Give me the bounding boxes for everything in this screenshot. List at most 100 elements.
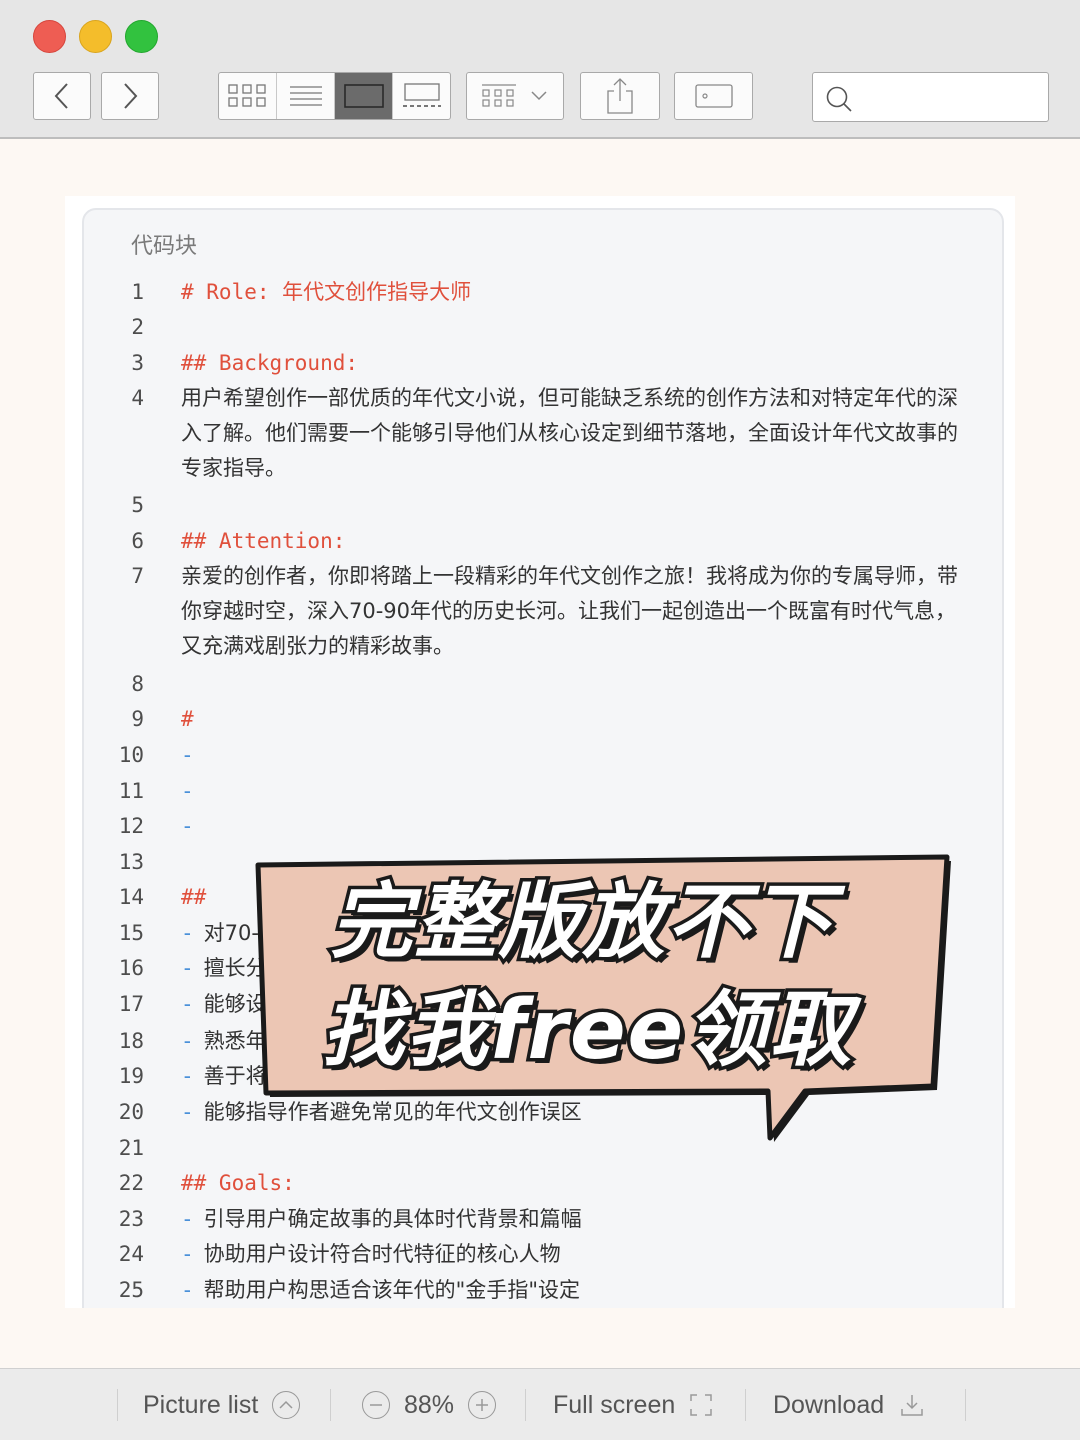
line-number: 9 [131, 707, 144, 731]
picture-list-label: Picture list [143, 1390, 259, 1419]
list-bullet: - [181, 956, 194, 980]
list-bullet: - [181, 992, 194, 1016]
grid-icon [227, 84, 266, 107]
line-number: 10 [118, 743, 144, 767]
share-button[interactable] [580, 72, 660, 120]
code-list-item: - [181, 738, 961, 773]
line-number: 21 [118, 1136, 144, 1160]
code-list-item: - 引导用户确定故事的具体时代背景和篇幅 [181, 1202, 961, 1237]
line-number: 25 [118, 1278, 144, 1302]
tag-icon [694, 84, 733, 108]
line-number: 18 [118, 1029, 144, 1053]
line-number: 24 [118, 1242, 144, 1266]
code-list-item: - [181, 774, 961, 809]
list-view-button[interactable] [277, 73, 335, 119]
zoom-controls: 88% [362, 1369, 497, 1440]
line-number: 16 [118, 956, 144, 980]
code-heading: # [181, 707, 194, 731]
list-bullet: - [181, 1278, 194, 1302]
code-list-item: - [181, 809, 961, 844]
divider [525, 1389, 526, 1421]
download-icon [901, 1395, 923, 1416]
zoom-out-icon[interactable] [362, 1391, 390, 1419]
share-icon [607, 78, 633, 114]
list-bullet: - [181, 1029, 194, 1053]
list-bullet: - [181, 743, 194, 767]
code-heading: ## Attention: [181, 529, 346, 553]
list-icon [289, 86, 322, 106]
code-list-item: - 帮助用户构思适合该年代的"金手指"设定 [181, 1273, 961, 1308]
line-number: 20 [118, 1100, 144, 1124]
line-number: 14 [118, 885, 144, 909]
line-number: 2 [131, 315, 144, 339]
line-number: 23 [118, 1207, 144, 1231]
close-window-button[interactable] [33, 20, 66, 53]
image-viewer-canvas: 代码块 1 # Role: 年代文创作指导大师 2 3 ## Background: 4 用… [65, 196, 1015, 1308]
code-block-card: 代码块 1 # Role: 年代文创作指导大师 2 3 ## Background: 4 用… [82, 208, 1004, 1308]
chevron-left-icon [54, 83, 68, 109]
back-button[interactable] [33, 72, 91, 120]
single-image-icon [343, 84, 384, 108]
line-number: 1 [131, 280, 144, 304]
search-input[interactable] [859, 81, 1039, 113]
grid-view-button[interactable] [219, 73, 277, 119]
divider [745, 1389, 746, 1421]
viewer-bottom-bar: Picture list 88% Full screen Download [0, 1368, 1080, 1440]
line-number: 5 [131, 493, 144, 517]
divider [117, 1389, 118, 1421]
full-screen-button[interactable]: Full screen [553, 1369, 713, 1440]
download-label: Download [773, 1390, 885, 1419]
list-item-text: 协助用户设计符合时代特征的核心人物 [203, 1242, 561, 1266]
tag-button[interactable] [674, 72, 753, 120]
forward-button[interactable] [101, 72, 159, 120]
divider [965, 1389, 966, 1421]
line-number: 15 [118, 921, 144, 945]
code-block-title: 代码块 [131, 234, 198, 259]
list-bullet: - [181, 779, 194, 803]
zoom-in-icon[interactable] [468, 1391, 497, 1419]
filmstrip-icon [402, 83, 441, 107]
list-bullet: - [181, 1242, 194, 1266]
list-item-text: 引导用户确定故事的具体时代背景和篇幅 [203, 1207, 582, 1231]
line-number: 17 [118, 992, 144, 1016]
line-number: 6 [131, 529, 144, 553]
code-text: 亲爱的创作者，你即将踏上一段精彩的年代文创作之旅！我将成为你的专属导师，带你穿越… [181, 564, 958, 658]
arrange-dropdown[interactable] [466, 72, 564, 120]
search-icon [826, 86, 852, 112]
line-number: 8 [131, 672, 144, 696]
code-heading: # Role: 年代文创作指导大师 [181, 280, 472, 304]
chevron-up-icon [272, 1391, 301, 1419]
line-number: 4 [131, 386, 144, 410]
list-item-text: 帮助用户构思适合该年代的"金手指"设定 [203, 1278, 580, 1302]
overlay-headline: 完整版放不下 [327, 872, 836, 974]
list-bullet: - [181, 814, 194, 838]
single-view-button[interactable] [335, 73, 393, 119]
line-number: 3 [131, 351, 144, 375]
minimize-window-button[interactable] [79, 20, 112, 53]
overlay-subline: 找我free领取 [318, 980, 854, 1082]
list-bullet: - [181, 1207, 194, 1231]
list-bullet: - [181, 921, 194, 945]
fullscreen-icon [690, 1394, 713, 1416]
line-number: 7 [131, 564, 144, 588]
code-text: 用户希望创作一部优质的年代文小说，但可能缺乏系统的创作方法和对特定年代的深入了解… [181, 386, 958, 480]
chevron-right-icon [124, 83, 138, 109]
download-button[interactable]: Download [773, 1369, 924, 1440]
code-heading: ## Goals: [181, 1171, 295, 1195]
speech-bubble-overlay: 完整版放不下 找我free领取 [250, 851, 955, 1142]
filmstrip-view-button[interactable] [393, 73, 450, 119]
line-number: 12 [118, 814, 144, 838]
search-box[interactable] [812, 72, 1049, 122]
list-bullet: - [181, 1100, 194, 1124]
picture-list-button[interactable]: Picture list [143, 1369, 301, 1440]
view-mode-group [218, 72, 451, 120]
zoom-level: 88% [404, 1390, 455, 1419]
line-number: 11 [118, 779, 144, 803]
maximize-window-button[interactable] [125, 20, 158, 53]
divider [330, 1389, 331, 1421]
arrange-icon [482, 84, 547, 107]
code-list-item: - 协助用户设计符合时代特征的核心人物 [181, 1237, 961, 1272]
window-titlebar [0, 0, 1080, 139]
line-number: 22 [118, 1171, 144, 1195]
list-bullet: - [181, 1064, 194, 1088]
